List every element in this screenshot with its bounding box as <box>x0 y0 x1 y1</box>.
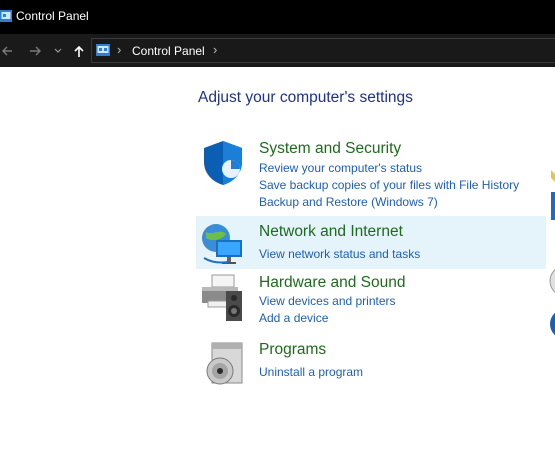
link-devices-printers[interactable]: View devices and printers <box>259 294 396 308</box>
address-bar[interactable]: › Control Panel › <box>91 38 555 63</box>
category-network-internet: Network and Internet View network status… <box>196 216 546 269</box>
appearance-icon <box>551 192 555 220</box>
breadcrumb-separator-icon[interactable]: › <box>213 42 217 57</box>
page-heading: Adjust your computer's settings <box>198 89 413 106</box>
breadcrumb-separator-icon[interactable]: › <box>117 42 121 57</box>
up-button[interactable] <box>71 42 87 60</box>
breadcrumb-control-panel[interactable]: Control Panel <box>132 44 205 58</box>
chevron-down-icon <box>54 48 62 53</box>
programs-disc-icon[interactable] <box>198 339 248 389</box>
link-uninstall-program[interactable]: Uninstall a program <box>259 365 363 379</box>
user-accounts-icon <box>551 170 555 182</box>
window-title: Control Panel <box>16 9 89 23</box>
link-review-status[interactable]: Review your computer's status <box>259 161 422 175</box>
title-bar: Control Panel <box>0 0 555 34</box>
printer-speaker-icon[interactable] <box>198 273 248 323</box>
link-add-device[interactable]: Add a device <box>259 311 328 325</box>
link-file-history[interactable]: Save backup copies of your files with Fi… <box>259 178 519 192</box>
clock-region-icon <box>549 269 555 293</box>
category-title[interactable]: System and Security <box>259 140 401 158</box>
back-button[interactable] <box>0 42 14 60</box>
navigation-bar: › Control Panel › <box>0 34 555 67</box>
recent-locations-button[interactable] <box>52 42 64 60</box>
shield-icon[interactable] <box>198 138 248 188</box>
forward-arrow-icon <box>29 46 41 56</box>
category-hardware-sound: Hardware and Sound View devices and prin… <box>196 271 546 331</box>
category-title[interactable]: Hardware and Sound <box>259 274 406 292</box>
category-system-security: System and Security Review your computer… <box>196 136 546 212</box>
back-arrow-icon <box>2 46 12 56</box>
category-programs: Programs Uninstall a program <box>196 337 546 387</box>
control-panel-icon <box>96 44 110 56</box>
link-backup-restore[interactable]: Backup and Restore (Windows 7) <box>259 195 438 209</box>
category-title[interactable]: Programs <box>259 341 326 359</box>
control-panel-icon <box>0 10 12 22</box>
link-network-status[interactable]: View network status and tasks <box>259 247 420 261</box>
forward-button[interactable] <box>26 42 44 60</box>
network-globe-icon[interactable] <box>198 218 248 268</box>
category-title[interactable]: Network and Internet <box>259 223 403 241</box>
up-arrow-icon <box>74 45 84 57</box>
ease-of-access-icon <box>550 312 555 336</box>
